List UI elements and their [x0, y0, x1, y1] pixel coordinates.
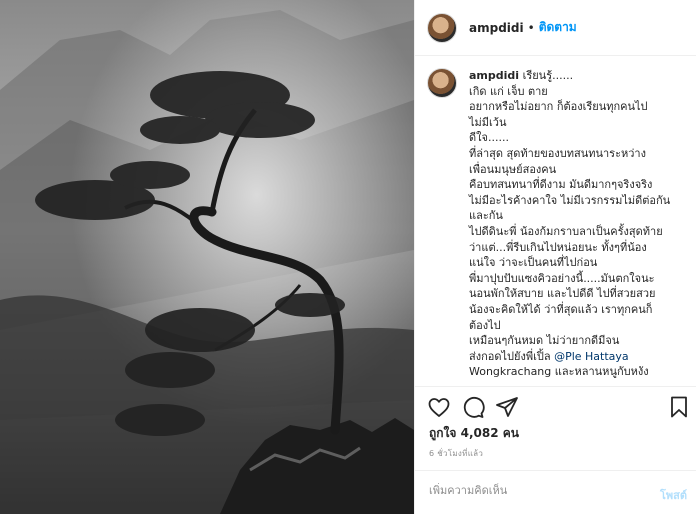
post-timestamp[interactable]: 6 ชั่วโมงที่แล้ว: [429, 447, 483, 460]
caption-line: ไม่มีอะไรค้างคาใจ ไม่มีเวรกรรมไม่ดีต่อกั…: [469, 193, 671, 207]
caption-line: ไม่มีเว้น: [469, 115, 507, 129]
comment-input[interactable]: [427, 483, 631, 498]
action-bar: [415, 386, 696, 427]
caption-line: ไปดีดินะพี่ น้องก้มกราบลาเป็นครั้งสุดท้า…: [469, 224, 663, 238]
post-side-panel: ampdidi • ติดตาม ampdidi เรียนรู้...... …: [414, 0, 696, 514]
caption-row: ampdidi เรียนรู้...... เกิด แก่ เจ็บ ตาย…: [415, 56, 696, 380]
caption-line: คือบทสนทนาที่ดีงาม มันดีมากๆจริงจริง: [469, 178, 653, 192]
caption-line: ดีใจ......: [469, 131, 509, 145]
caption-line: พี่มาปุบปับแซงคิวอย่างนี้.....มันตกใจนะ: [469, 271, 655, 285]
caption-line: แน่ใจ ว่าจะเป็นคนที่ไปก่อน: [469, 256, 598, 270]
caption-line: เหมือนๆกันหมด ไม่ว่ายากดีมีจน: [469, 334, 620, 348]
instagram-post: ampdidi • ติดตาม ampdidi เรียนรู้...... …: [0, 0, 696, 514]
caption-line: เกิด แก่ เจ็บ ตาย: [469, 84, 548, 98]
add-comment-section: โพสต์: [415, 470, 696, 515]
user-mention-link[interactable]: @Ple Hattaya: [554, 350, 629, 363]
pine-tree-photo: [0, 0, 414, 514]
caption-line: ampdidi เรียนรู้......: [469, 69, 574, 82]
caption-line: นอนพักให้สบาย และไปดีดี ไปที่สวยสวย: [469, 287, 656, 301]
likes-count[interactable]: ถูกใจ 4,082 คน: [429, 424, 519, 443]
caption-line: อยากหรือไม่อยาก ก็ต้องเรียนทุกคนไป: [469, 100, 648, 114]
caption-line: น้องจะคิดให้ได้ ว่าที่สุดแล้ว เราทุกคนก็: [469, 302, 653, 316]
caption-line: ที่ล่าสุด สุดท้ายของบทสนทนาระหว่าง: [469, 146, 646, 160]
separator-dot: •: [527, 20, 535, 35]
comment-icon[interactable]: [461, 395, 485, 419]
share-icon[interactable]: [495, 395, 519, 419]
caption-line: ว่าแต่...พี่รีบเกินไปหน่อยนะ ทั้งๆที่น้อ…: [469, 240, 647, 254]
heart-icon[interactable]: [427, 395, 451, 419]
header-username[interactable]: ampdidi: [469, 21, 524, 35]
caption-avatar[interactable]: [427, 68, 457, 98]
avatar[interactable]: [427, 12, 457, 43]
follow-button[interactable]: ติดตาม: [539, 18, 577, 37]
caption-line: Wongkrachang และหลานหนูกับหงัง: [469, 365, 649, 379]
post-header: ampdidi • ติดตาม: [415, 0, 696, 56]
post-comment-button[interactable]: โพสต์: [660, 486, 687, 504]
caption-line: เพื่อนมนุษย์สองคน: [469, 162, 557, 176]
comments-area[interactable]: ampdidi เรียนรู้...... เกิด แก่ เจ็บ ตาย…: [415, 56, 696, 386]
bookmark-icon[interactable]: [667, 395, 691, 419]
caption-line: ต้องไป: [469, 318, 501, 332]
caption-username[interactable]: ampdidi: [469, 69, 519, 82]
caption-text: ampdidi เรียนรู้...... เกิด แก่ เจ็บ ตาย…: [469, 68, 670, 380]
post-photo[interactable]: [0, 0, 414, 514]
caption-line: ส่งกอดไปยังพี่เปิ้ล @Ple Hattaya: [469, 349, 629, 363]
caption-line: และกัน: [469, 209, 503, 223]
